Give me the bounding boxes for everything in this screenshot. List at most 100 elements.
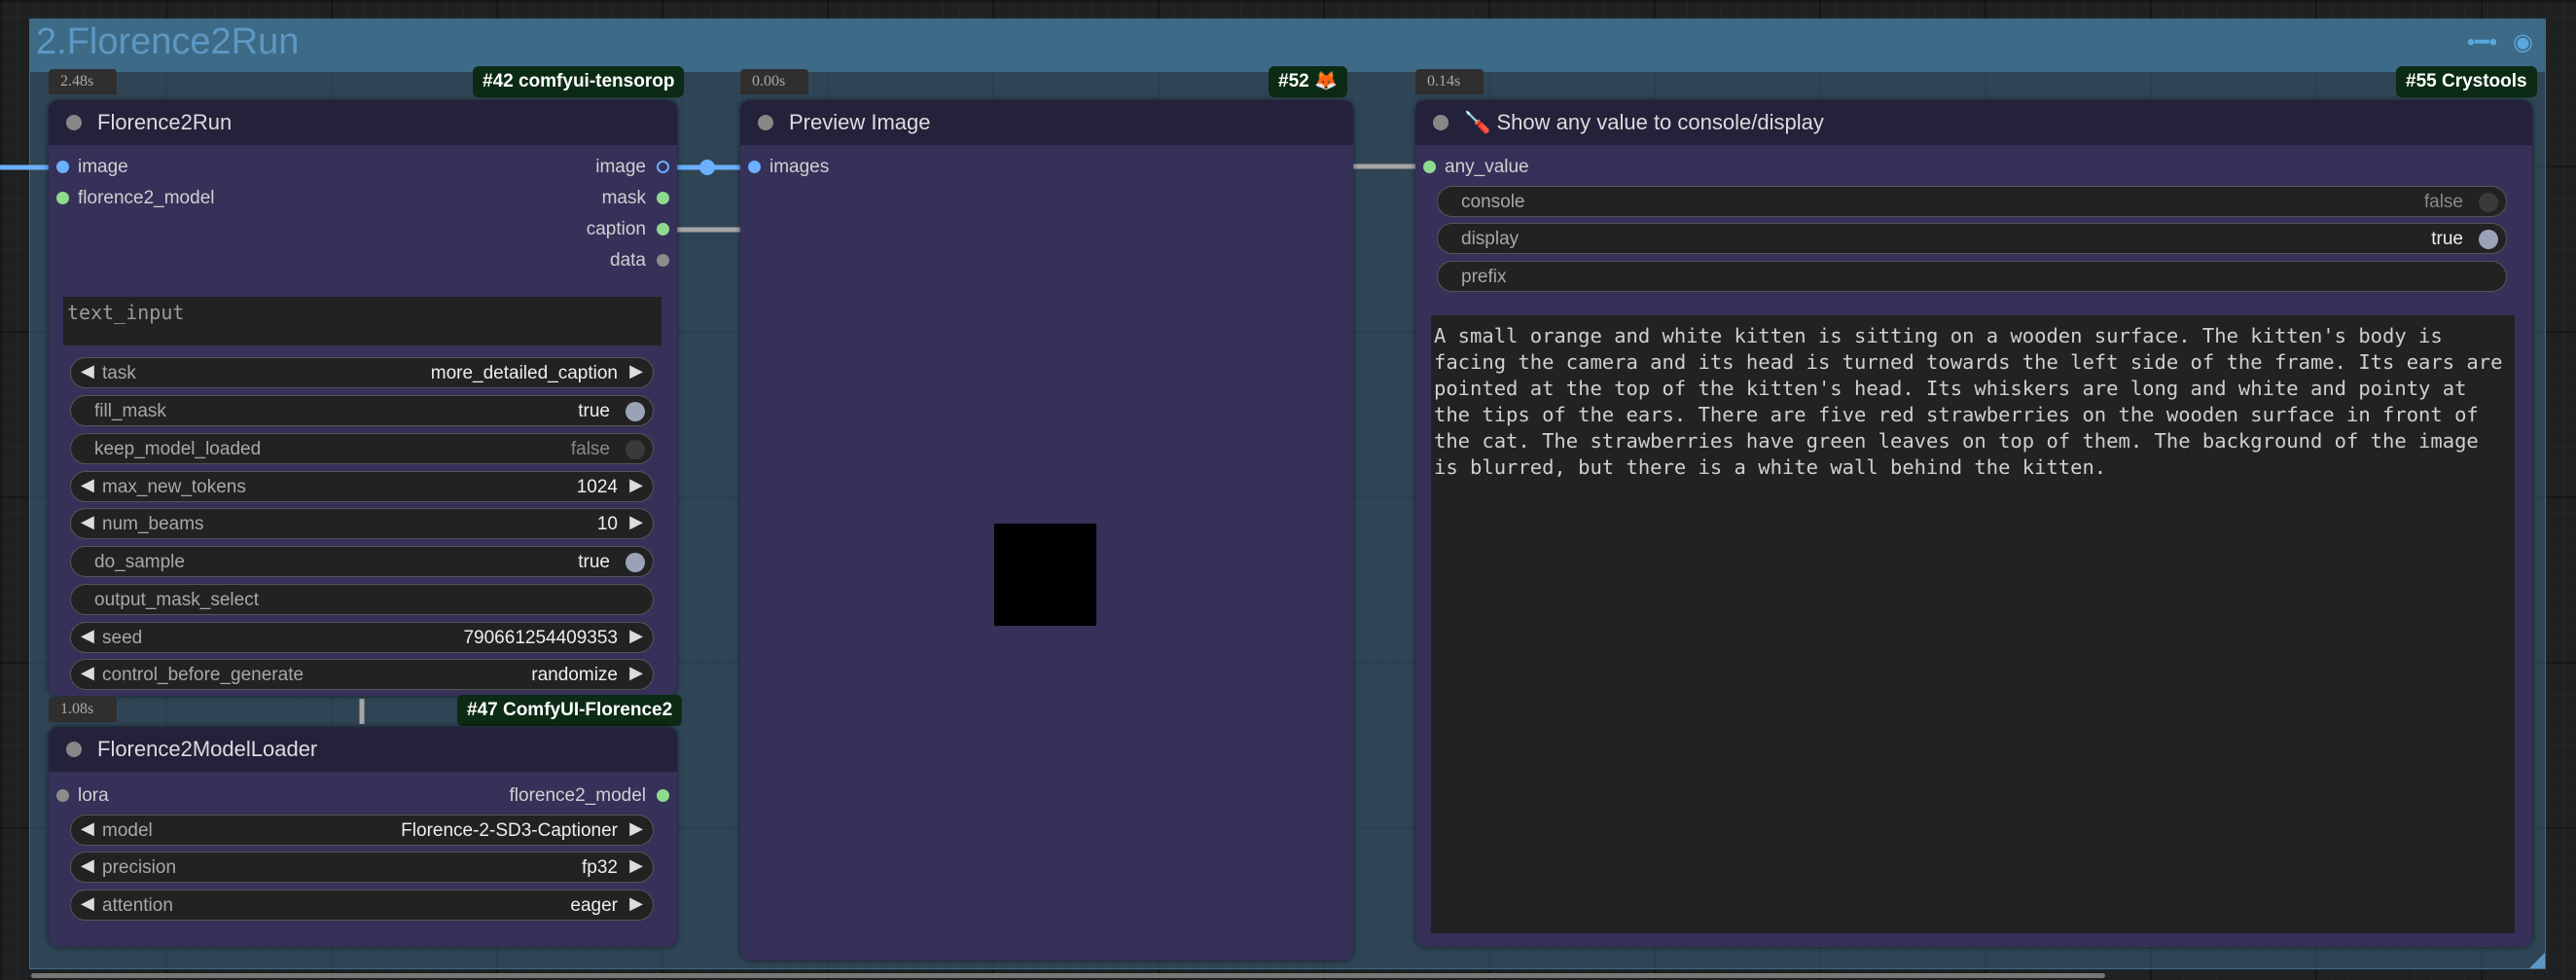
- widget-label: attention: [102, 895, 173, 916]
- toggle-knob[interactable]: [626, 440, 645, 459]
- task-combo[interactable]: ◀ task more_detailed_caption ▶: [70, 357, 654, 388]
- arrow-left-icon[interactable]: ◀: [81, 626, 94, 646]
- num-beams-number[interactable]: ◀ num_beams 10 ▶: [70, 508, 654, 539]
- group-title[interactable]: 2.Florence2Run: [36, 21, 299, 63]
- group-resize-handle[interactable]: [2529, 953, 2545, 968]
- node-badge: #52 🦊: [1269, 66, 1347, 97]
- preview-image-node[interactable]: Preview Image images: [740, 100, 1353, 961]
- widget-value: randomize: [531, 665, 618, 685]
- node-title: 🪛 Show any value to console/display: [1464, 110, 1824, 134]
- collapse-dot[interactable]: [758, 115, 773, 130]
- toggle-knob[interactable]: [2479, 193, 2498, 212]
- arrow-left-icon[interactable]: ◀: [81, 512, 94, 532]
- collapse-dot[interactable]: [1433, 115, 1449, 130]
- node-title: Preview Image: [789, 110, 931, 134]
- do-sample-toggle[interactable]: do_sample true: [70, 546, 654, 577]
- output-slot-florence2-model[interactable]: florence2_model: [510, 785, 646, 807]
- arrow-right-icon[interactable]: ▶: [629, 818, 643, 839]
- prefix-field[interactable]: prefix: [1437, 261, 2507, 292]
- node-badge: #47 ComfyUI-Florence2: [457, 695, 683, 726]
- collapse-dot[interactable]: [66, 742, 82, 757]
- input-slot-dot[interactable]: [56, 192, 69, 204]
- widget-value: true: [578, 552, 610, 572]
- output-slot-dot[interactable]: [657, 192, 669, 204]
- widget-value: 790661254409353: [463, 628, 618, 648]
- collapse-dot[interactable]: [66, 115, 82, 130]
- input-slot-images[interactable]: images: [769, 157, 829, 178]
- node-badge: #42 comfyui-tensorop: [473, 66, 685, 97]
- caption-display-text[interactable]: A small orange and white kitten is sitti…: [1431, 315, 2515, 933]
- widget-value: 1024: [576, 477, 618, 497]
- output-slot-dot[interactable]: [657, 223, 669, 236]
- input-slot-dot[interactable]: [56, 161, 69, 173]
- input-slot-dot[interactable]: [748, 161, 761, 173]
- arrow-right-icon[interactable]: ▶: [629, 893, 643, 914]
- output-mask-select-field[interactable]: output_mask_select: [70, 584, 654, 615]
- output-slot-dot[interactable]: [657, 789, 669, 802]
- attention-combo[interactable]: ◀ attention eager ▶: [70, 889, 654, 921]
- widget-label: seed: [102, 628, 143, 648]
- widget-value: more_detailed_caption: [430, 363, 618, 383]
- arrow-left-icon[interactable]: ◀: [81, 361, 94, 381]
- output-slot-dot[interactable]: [657, 254, 669, 267]
- widget-value: true: [2431, 229, 2463, 249]
- display-toggle[interactable]: display true: [1437, 223, 2507, 254]
- output-slot-image[interactable]: image: [595, 157, 646, 178]
- toggle-knob[interactable]: [626, 553, 645, 572]
- arrow-right-icon[interactable]: ▶: [629, 361, 643, 381]
- model-combo[interactable]: ◀ model Florence-2-SD3-Captioner ▶: [70, 815, 654, 846]
- text-input-field[interactable]: text_input: [63, 297, 662, 345]
- input-slot-image[interactable]: image: [78, 157, 128, 178]
- input-slot-lora[interactable]: lora: [78, 785, 109, 807]
- node-title: Florence2Run: [97, 110, 233, 134]
- node-title-bar[interactable]: 🪛 Show any value to console/display: [1415, 100, 2532, 145]
- horizontal-scrollbar[interactable]: [31, 973, 2105, 978]
- arrow-left-icon[interactable]: ◀: [81, 855, 94, 876]
- output-slot-caption[interactable]: caption: [587, 219, 646, 240]
- input-slot-dot[interactable]: [56, 789, 69, 802]
- node-title-bar[interactable]: Florence2Run: [49, 100, 677, 145]
- node-title-bar[interactable]: Preview Image: [740, 100, 1353, 145]
- node-title: Florence2ModelLoader: [97, 737, 318, 761]
- console-toggle[interactable]: console false: [1437, 186, 2507, 217]
- precision-combo[interactable]: ◀ precision fp32 ▶: [70, 852, 654, 883]
- preview-thumbnail[interactable]: [994, 524, 1096, 626]
- widget-label: task: [102, 363, 136, 383]
- input-slot-florence2-model[interactable]: florence2_model: [78, 188, 214, 209]
- arrow-left-icon[interactable]: ◀: [81, 893, 94, 914]
- widget-label: model: [102, 820, 153, 841]
- toggle-knob[interactable]: [626, 402, 645, 421]
- arrow-right-icon[interactable]: ▶: [629, 855, 643, 876]
- node-timing: 1.08s: [49, 697, 117, 722]
- keep-model-loaded-toggle[interactable]: keep_model_loaded false: [70, 433, 654, 464]
- output-slot-dot[interactable]: [657, 161, 669, 173]
- show-any-value-node[interactable]: 🪛 Show any value to console/display any_…: [1415, 100, 2532, 947]
- arrow-left-icon[interactable]: ◀: [81, 663, 94, 683]
- control-before-generate-combo[interactable]: ◀ control_before_generate randomize ▶: [70, 659, 654, 690]
- widget-value: fp32: [582, 857, 618, 878]
- florence2run-node[interactable]: Florence2Run image florence2_model image…: [49, 100, 677, 696]
- arrow-left-icon[interactable]: ◀: [81, 818, 94, 839]
- toggle-knob[interactable]: [2479, 230, 2498, 249]
- arrow-right-icon[interactable]: ▶: [629, 663, 643, 683]
- arrow-right-icon[interactable]: ▶: [629, 512, 643, 532]
- node-title-bar[interactable]: Florence2ModelLoader: [49, 727, 677, 772]
- output-slot-data[interactable]: data: [610, 250, 646, 272]
- eye-icon[interactable]: ◉: [2513, 31, 2533, 54]
- group-header[interactable]: 2.Florence2Run •━• ◉: [30, 19, 2545, 72]
- max-new-tokens-number[interactable]: ◀ max_new_tokens 1024 ▶: [70, 471, 654, 502]
- widget-label: fill_mask: [94, 401, 166, 421]
- fill-mask-toggle[interactable]: fill_mask true: [70, 395, 654, 426]
- output-slot-mask[interactable]: mask: [602, 188, 646, 209]
- arrow-right-icon[interactable]: ▶: [629, 626, 643, 646]
- arrow-left-icon[interactable]: ◀: [81, 475, 94, 495]
- input-slot-any-value[interactable]: any_value: [1445, 157, 1529, 178]
- seed-number[interactable]: ◀ seed 790661254409353 ▶: [70, 622, 654, 653]
- widget-value: false: [570, 439, 610, 459]
- widget-value: Florence-2-SD3-Captioner: [401, 820, 618, 841]
- arrow-right-icon[interactable]: ▶: [629, 475, 643, 495]
- input-slot-dot[interactable]: [1423, 161, 1436, 173]
- group-icons: •━• ◉: [2467, 31, 2533, 54]
- link-icon[interactable]: •━•: [2467, 31, 2497, 54]
- florence2-model-loader-node[interactable]: Florence2ModelLoader lora florence2_mode…: [49, 727, 677, 947]
